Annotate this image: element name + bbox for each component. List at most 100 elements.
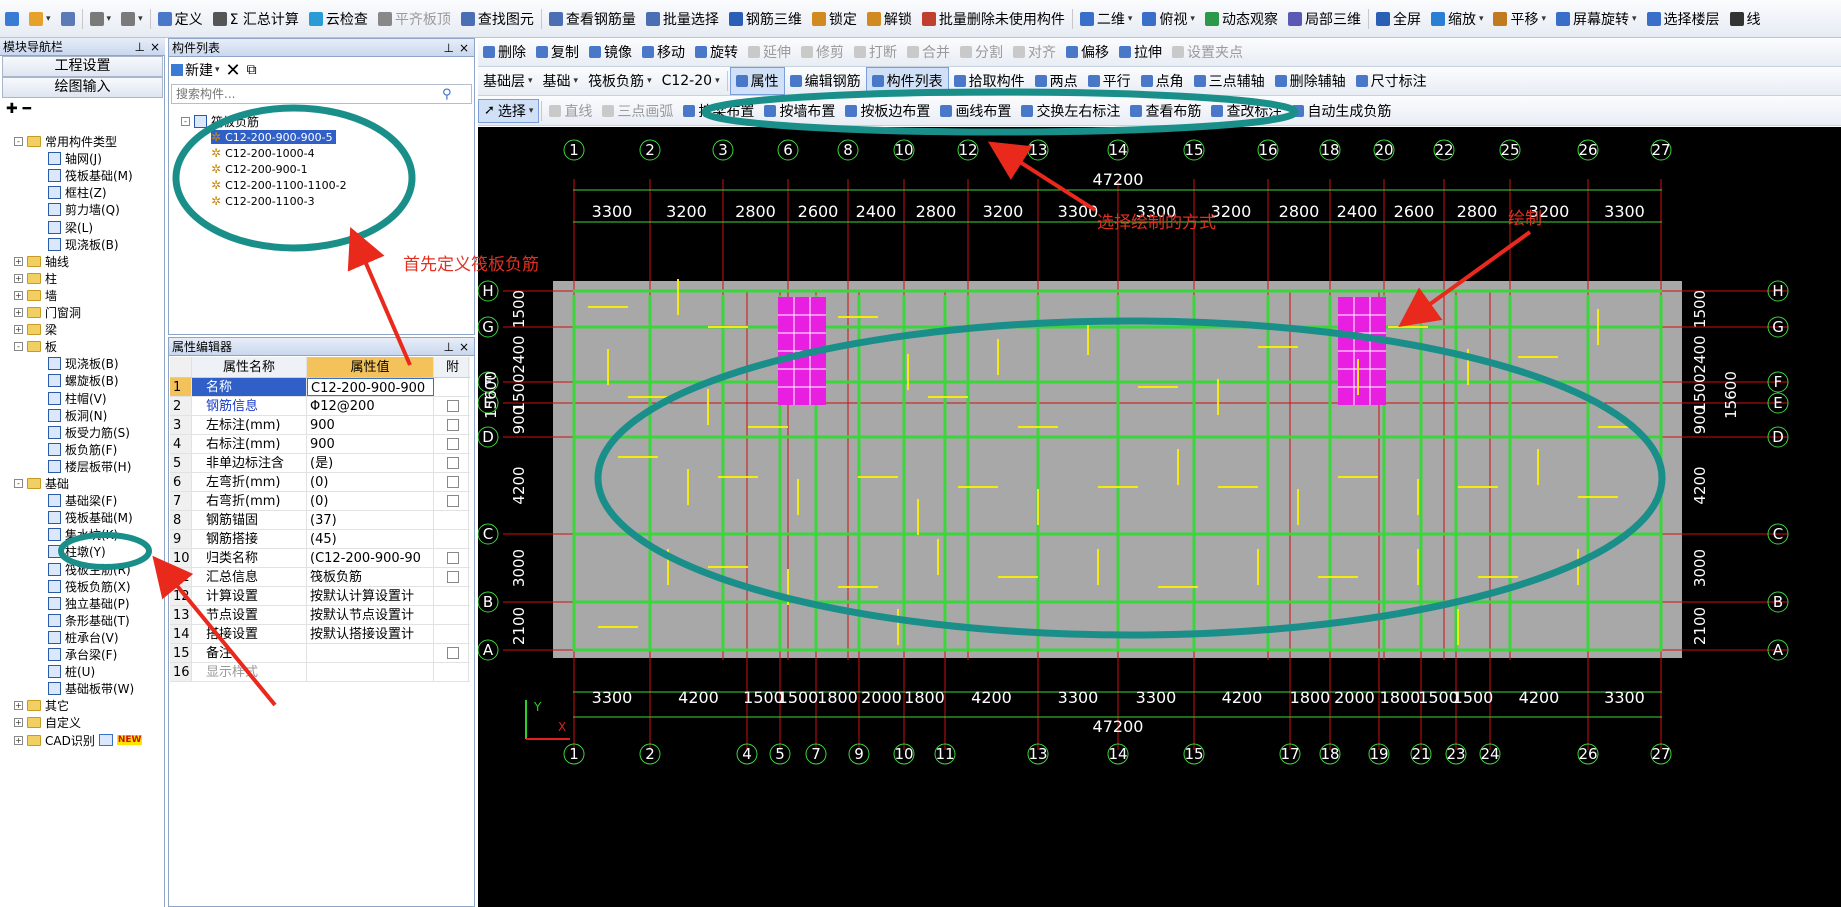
tool-6-button[interactable]: 平行 bbox=[1083, 67, 1136, 95]
toolbar-unlock-button[interactable]: 解锁 bbox=[862, 0, 917, 37]
toolbar-save-button[interactable] bbox=[56, 0, 80, 37]
property-row[interactable]: 4 右标注(mm) 900 bbox=[170, 435, 470, 454]
draw-tool-7-button[interactable]: 交换左右标注 bbox=[1016, 96, 1125, 125]
property-row[interactable]: 13 节点设置 按默认节点设置计 bbox=[170, 606, 470, 625]
component-item[interactable]: ✲ C12-200-1000-4 bbox=[211, 146, 315, 160]
close-icon[interactable]: × bbox=[150, 38, 160, 56]
property-checkbox[interactable] bbox=[446, 552, 459, 564]
toolbar-top-view-button[interactable]: 俯视 ▾ bbox=[1137, 0, 1200, 37]
nav-folder[interactable]: + 墙 bbox=[14, 287, 57, 304]
toolbar-align-slab-button[interactable]: 平齐板顶 bbox=[373, 0, 456, 37]
property-value[interactable]: 900 bbox=[307, 416, 434, 434]
expand-toggle[interactable]: + bbox=[14, 256, 23, 266]
property-row[interactable]: 7 右弯折(mm) (0) bbox=[170, 492, 470, 511]
pin-icon[interactable]: ⊥ bbox=[135, 38, 145, 56]
tool-6-button[interactable]: 延伸 bbox=[743, 38, 796, 66]
expand-toggle[interactable]: + bbox=[14, 308, 23, 317]
property-checkbox[interactable] bbox=[446, 647, 459, 659]
property-value[interactable]: (C12-200-900-90 bbox=[307, 549, 434, 567]
tool-10-button[interactable]: 分割 bbox=[955, 38, 1008, 66]
toolbar-rebar-3d-button[interactable]: 钢筋三维 bbox=[724, 0, 807, 37]
tool-1-button[interactable]: 删除 bbox=[478, 38, 531, 66]
tool-13-button[interactable]: 拉伸 bbox=[1114, 38, 1167, 66]
nav-item[interactable]: 桩承台(V) bbox=[48, 629, 119, 646]
toolbar-line-button[interactable]: 线 bbox=[1725, 0, 1766, 37]
nav-item[interactable]: 现浇板(B) bbox=[48, 355, 119, 372]
draw-tool-10-button[interactable]: 自动生成负筋 bbox=[1287, 96, 1396, 125]
close-icon[interactable]: × bbox=[459, 39, 469, 57]
property-row[interactable]: 1 名称 C12-200-900-900 bbox=[170, 378, 470, 397]
tool-14-button[interactable]: 设置夹点 bbox=[1167, 38, 1248, 66]
draw-tool-3-button[interactable]: 按梁布置 bbox=[678, 96, 759, 125]
tool-7-button[interactable]: 修剪 bbox=[796, 38, 849, 66]
nav-item[interactable]: 梁(L) bbox=[48, 219, 93, 236]
toolbar-view-rebar-button[interactable]: 查看钢筋量 bbox=[544, 0, 641, 37]
expand-toggle[interactable]: + bbox=[14, 718, 23, 728]
tool-9-button[interactable]: 删除辅轴 bbox=[1270, 67, 1351, 95]
collapse-toggle[interactable]: - bbox=[14, 479, 23, 488]
toolbar-redo-button[interactable]: ▾ bbox=[116, 0, 148, 37]
tool-8-button[interactable]: 打断 bbox=[849, 38, 902, 66]
nav-folder[interactable]: + 梁 bbox=[14, 321, 57, 338]
layer-select[interactable]: 基础层 ▾ bbox=[478, 67, 538, 95]
property-value[interactable] bbox=[307, 663, 434, 681]
toolbar-batch-select-button[interactable]: 批量选择 bbox=[641, 0, 724, 37]
property-checkbox[interactable] bbox=[446, 495, 459, 507]
collapse-toggle[interactable]: - bbox=[181, 117, 190, 126]
component-root[interactable]: - 筏板负筋 bbox=[181, 113, 259, 130]
property-checkbox[interactable] bbox=[446, 400, 459, 412]
nav-item[interactable]: 板负筋(F) bbox=[48, 441, 117, 458]
search-icon[interactable]: ⚲ bbox=[442, 87, 452, 102]
property-row[interactable]: 9 钢筋搭接 (45) bbox=[170, 530, 470, 549]
property-row[interactable]: 15 备注 bbox=[170, 644, 470, 663]
nav-item[interactable]: 筏板主筋(R) bbox=[48, 561, 131, 578]
component-item[interactable]: ✲ C12-200-1100-3 bbox=[211, 194, 315, 208]
nav-item[interactable]: 板受力筋(S) bbox=[48, 424, 130, 441]
pin-icon[interactable]: ⊥ bbox=[444, 39, 454, 57]
property-row[interactable]: 8 钢筋锚固 (37) bbox=[170, 511, 470, 530]
component-item[interactable]: ✲ C12-200-900-1 bbox=[211, 162, 308, 176]
nav-item[interactable]: 基础梁(F) bbox=[48, 492, 117, 509]
tool-7-button[interactable]: 点角 bbox=[1136, 67, 1189, 95]
property-row[interactable]: 14 搭接设置 按默认搭接设置计 bbox=[170, 625, 470, 644]
toolbar-define-button[interactable]: 定义 bbox=[153, 0, 208, 37]
draw-tool-4-button[interactable]: 按墙布置 bbox=[759, 96, 840, 125]
expand-toggle[interactable]: + bbox=[14, 273, 23, 283]
property-row[interactable]: 12 计算设置 按默认计算设置计 bbox=[170, 587, 470, 606]
nav-folder[interactable]: + CAD识别 NEW bbox=[14, 732, 143, 749]
property-checkbox[interactable] bbox=[446, 571, 459, 583]
nav-item[interactable]: 基础板带(W) bbox=[48, 680, 134, 697]
property-value[interactable]: 按默认搭接设置计 bbox=[307, 625, 434, 643]
nav-folder[interactable]: -板 bbox=[14, 338, 57, 355]
draw-tool-6-button[interactable]: 画线布置 bbox=[935, 96, 1016, 125]
draw-tool-8-button[interactable]: 查看布筋 bbox=[1125, 96, 1206, 125]
toolbar-open-button[interactable]: ▾ bbox=[24, 0, 56, 37]
property-value[interactable]: (45) bbox=[307, 530, 434, 548]
draw-tool-9-button[interactable]: 查改标注 bbox=[1206, 96, 1287, 125]
property-row[interactable]: 2 钢筋信息 Φ12@200 bbox=[170, 397, 470, 416]
nav-item[interactable]: 螺旋板(B) bbox=[48, 372, 119, 389]
tool-10-button[interactable]: 尺寸标注 bbox=[1351, 67, 1432, 95]
property-row[interactable]: 3 左标注(mm) 900 bbox=[170, 416, 470, 435]
draw-tool-1-button[interactable]: 直线 bbox=[544, 96, 597, 125]
nav-item[interactable]: 楼层板带(H) bbox=[48, 458, 131, 475]
nav-folder[interactable]: - 基础 bbox=[14, 475, 69, 492]
nav-item[interactable]: 筏板基础(M) bbox=[48, 167, 133, 184]
expand-toggle[interactable]: + bbox=[14, 735, 23, 745]
tool-3-button[interactable]: 构件列表 bbox=[865, 67, 949, 95]
expand-collapse-all[interactable]: ✚ ━ bbox=[6, 101, 31, 117]
property-row[interactable]: 5 非单边标注含 (是) bbox=[170, 454, 470, 473]
toolbar-lock-button[interactable]: 锁定 bbox=[807, 0, 862, 37]
property-checkbox[interactable] bbox=[446, 419, 459, 431]
nav-item[interactable]: 现浇板(B) bbox=[48, 236, 119, 253]
pin-icon[interactable]: ⊥ bbox=[444, 338, 454, 356]
toolbar-2d-button[interactable]: 二维 ▾ bbox=[1075, 0, 1138, 37]
draw-input-button[interactable]: 绘图输入 bbox=[2, 77, 163, 98]
nav-folder[interactable]: + 自定义 bbox=[14, 714, 81, 731]
new-button[interactable]: 新建 ▾ bbox=[171, 60, 220, 80]
nav-item[interactable]: 板洞(N) bbox=[48, 407, 107, 424]
copy-component-icon[interactable]: ⧉ bbox=[247, 62, 257, 78]
property-value[interactable]: (是) bbox=[307, 454, 434, 472]
nav-folder[interactable]: + 门窗洞 bbox=[14, 304, 81, 321]
nav-item[interactable]: 承台梁(F) bbox=[48, 646, 117, 663]
